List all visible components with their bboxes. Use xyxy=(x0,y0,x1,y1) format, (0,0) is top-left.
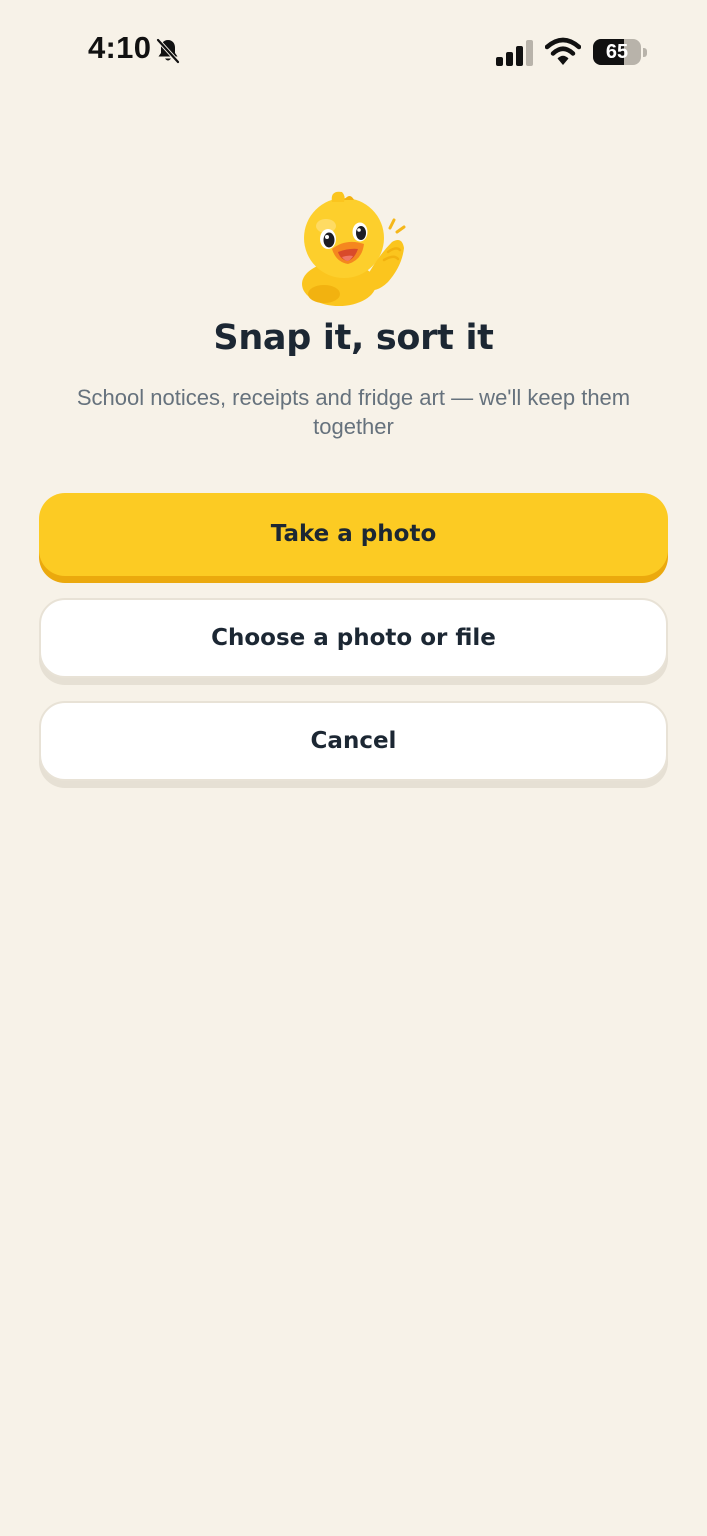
status-time: 4:10 xyxy=(88,30,152,65)
page-title: Snap it, sort it xyxy=(213,318,494,358)
bell-slash-icon xyxy=(156,38,180,64)
page-subtitle: School notices, receipts and fridge art … xyxy=(76,385,631,439)
wifi-icon xyxy=(545,37,581,65)
battery-level: 65 xyxy=(605,41,629,63)
battery-body: 65 xyxy=(593,39,641,65)
status-bar: 4:10 65 xyxy=(0,0,707,100)
battery-icon: 65 xyxy=(593,39,647,67)
cellular-signal-icon xyxy=(496,40,533,66)
choose-photo-or-file-button[interactable]: Choose a photo or file xyxy=(39,598,668,678)
take-photo-button[interactable]: Take a photo xyxy=(39,493,668,576)
battery-cap xyxy=(643,48,647,57)
waving-duckling-icon xyxy=(302,191,406,306)
cancel-button[interactable]: Cancel xyxy=(39,701,668,781)
